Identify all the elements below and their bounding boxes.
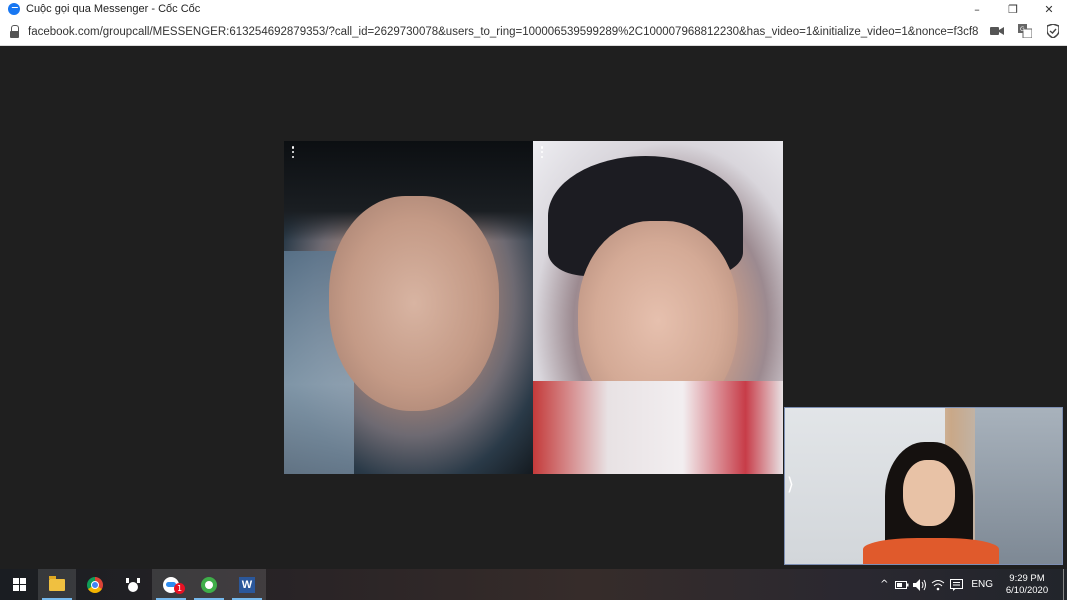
window-title: Cuộc gọi qua Messenger - Cốc Cốc — [26, 3, 201, 15]
windows-taskbar: 1 W ^ ENG 9:29 PM 6/10/2020 — [0, 569, 1067, 600]
url-text[interactable]: facebook.com/groupcall/MESSENGER:6132546… — [28, 26, 978, 38]
show-desktop-button[interactable] — [1063, 569, 1067, 600]
taskbar-chat[interactable]: 1 — [152, 569, 190, 600]
chrome-icon — [87, 576, 103, 593]
taskbar-coccoc[interactable] — [190, 569, 228, 600]
video-frame-detail — [863, 538, 999, 564]
coccoc-browser-icon — [201, 576, 217, 593]
notification-icon[interactable] — [947, 569, 965, 600]
battery-icon[interactable] — [893, 569, 911, 600]
close-button[interactable]: ✕ — [1031, 0, 1067, 18]
restore-button[interactable]: ❐ — [995, 0, 1031, 18]
svg-text:G: G — [1020, 26, 1025, 33]
taskbar-file-explorer[interactable] — [38, 569, 76, 600]
shield-icon[interactable] — [1045, 23, 1061, 39]
messenger-icon — [8, 3, 20, 15]
windows-icon — [12, 578, 26, 591]
participant-video-2[interactable] — [533, 141, 783, 474]
participant-video-1[interactable] — [284, 141, 533, 474]
language-indicator[interactable]: ENG — [971, 579, 993, 590]
more-options-icon[interactable] — [537, 145, 547, 159]
taskbar-word[interactable]: W — [228, 569, 266, 600]
notification-badge: 1 — [174, 583, 185, 594]
video-frame-detail — [975, 408, 1062, 564]
more-options-icon[interactable] — [288, 145, 298, 159]
wifi-icon[interactable] — [929, 569, 947, 600]
address-bar-actions: G — [989, 23, 1061, 39]
taskbar-coccoc-alt[interactable] — [114, 569, 152, 600]
address-bar[interactable]: facebook.com/groupcall/MESSENGER:6132546… — [0, 18, 1067, 46]
lock-icon[interactable] — [8, 24, 22, 39]
taskbar-chrome[interactable] — [76, 569, 114, 600]
folder-icon — [49, 575, 65, 591]
self-view-video[interactable]: ⟩ — [784, 407, 1063, 565]
window-controls: – ❐ ✕ — [959, 0, 1067, 18]
collapse-self-view-icon[interactable]: ⟩ — [787, 474, 794, 495]
minimize-button[interactable]: – — [959, 0, 995, 18]
participant-face — [329, 196, 499, 411]
self-face — [903, 460, 955, 526]
call-stage: ⟩ — [0, 47, 1067, 569]
camera-icon[interactable] — [989, 23, 1005, 39]
video-frame-detail — [533, 381, 783, 474]
chevron-up-icon[interactable]: ^ — [875, 569, 893, 600]
system-tray: ^ ENG 9:29 PM 6/10/2020 — [875, 569, 1067, 600]
window-titlebar: Cuộc gọi qua Messenger - Cốc Cốc – ❐ ✕ — [0, 0, 1067, 18]
start-button[interactable] — [0, 569, 38, 600]
coccoc-icon — [125, 577, 141, 592]
volume-icon[interactable] — [911, 569, 929, 600]
system-clock[interactable]: 9:29 PM 6/10/2020 — [1001, 573, 1053, 597]
word-icon: W — [239, 576, 255, 593]
clock-date: 6/10/2020 — [1005, 584, 1049, 596]
translate-icon[interactable]: G — [1017, 23, 1033, 39]
clock-time: 9:29 PM — [1009, 572, 1045, 584]
